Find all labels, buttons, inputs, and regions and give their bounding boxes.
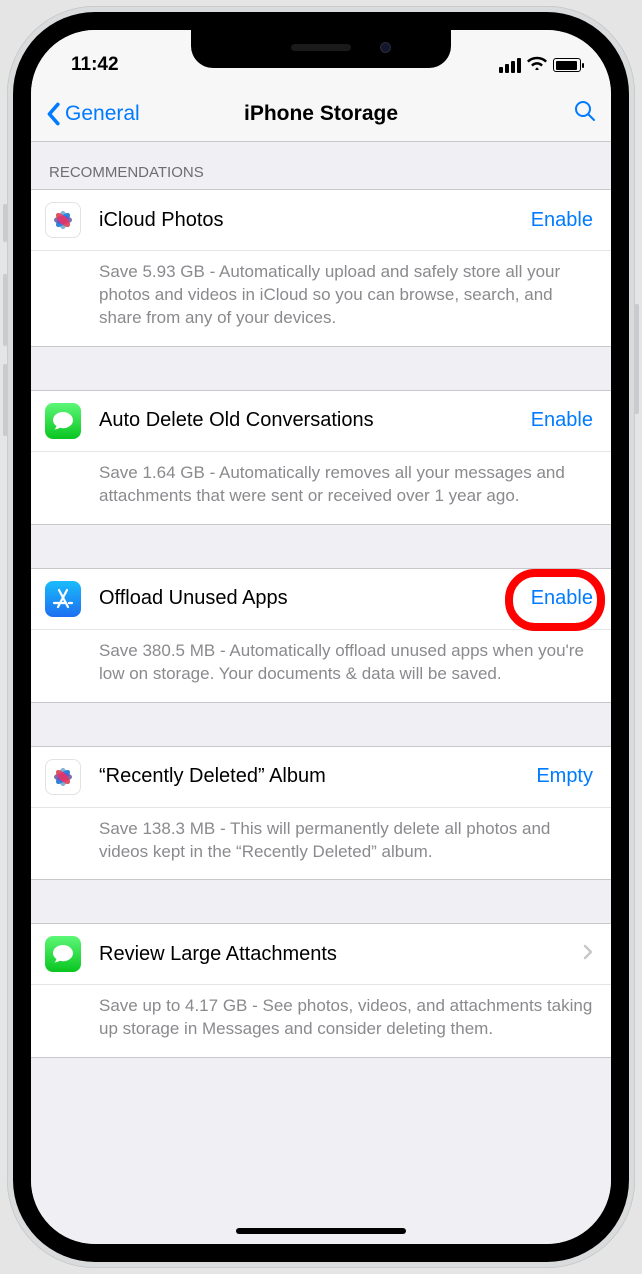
messages-app-icon xyxy=(45,403,81,439)
row-description: Save 1.64 GB - Automatically removes all… xyxy=(31,451,611,524)
row-title: “Recently Deleted” Album xyxy=(99,765,536,788)
empty-button[interactable]: Empty xyxy=(536,765,593,788)
row-title: Auto Delete Old Conversations xyxy=(99,409,531,432)
photos-app-icon xyxy=(45,202,81,238)
chevron-right-icon xyxy=(583,944,593,965)
power-button[interactable] xyxy=(634,304,639,414)
recommendation-row: iCloud Photos Enable Save 5.93 GB - Auto… xyxy=(31,189,611,346)
photos-app-icon xyxy=(45,759,81,795)
row-title: iCloud Photos xyxy=(99,209,531,232)
nav-bar: General iPhone Storage xyxy=(31,86,611,142)
enable-button[interactable]: Enable xyxy=(531,587,593,610)
row-description: Save 380.5 MB - Automatically offload un… xyxy=(31,629,611,702)
row-title: Review Large Attachments xyxy=(99,943,583,966)
row-description: Save up to 4.17 GB - See photos, videos,… xyxy=(31,984,611,1057)
home-indicator[interactable] xyxy=(236,1228,406,1234)
appstore-app-icon xyxy=(45,581,81,617)
enable-button[interactable]: Enable xyxy=(531,409,593,432)
battery-icon xyxy=(553,58,581,72)
search-button[interactable] xyxy=(573,99,597,128)
enable-button[interactable]: Enable xyxy=(531,209,593,232)
mute-switch[interactable] xyxy=(3,204,8,242)
back-button[interactable]: General xyxy=(45,102,140,126)
messages-app-icon xyxy=(45,936,81,972)
content-scroll[interactable]: RECOMMENDATIONS iCloud Photos Enable Sav… xyxy=(31,142,611,1244)
notch xyxy=(191,30,451,68)
volume-down-button[interactable] xyxy=(3,364,8,436)
search-icon xyxy=(573,99,597,123)
page-title: iPhone Storage xyxy=(244,102,398,126)
recommendation-row: Offload Unused Apps Enable Save 380.5 MB… xyxy=(31,568,611,702)
recommendation-row[interactable]: Review Large Attachments Save up to 4.17… xyxy=(31,923,611,1058)
row-title: Offload Unused Apps xyxy=(99,587,531,610)
cellular-signal-icon xyxy=(499,58,521,73)
recommendation-row: Auto Delete Old Conversations Enable Sav… xyxy=(31,390,611,524)
row-description: Save 138.3 MB - This will permanently de… xyxy=(31,807,611,880)
volume-up-button[interactable] xyxy=(3,274,8,346)
phone-frame: 11:42 General iPhone Storage xyxy=(7,6,635,1268)
back-label: General xyxy=(65,102,140,126)
status-time: 11:42 xyxy=(71,54,119,76)
row-description: Save 5.93 GB - Automatically upload and … xyxy=(31,250,611,346)
section-header: RECOMMENDATIONS xyxy=(31,142,611,189)
wifi-icon xyxy=(527,55,547,76)
recommendation-row: “Recently Deleted” Album Empty Save 138.… xyxy=(31,746,611,880)
chevron-left-icon xyxy=(45,102,61,126)
